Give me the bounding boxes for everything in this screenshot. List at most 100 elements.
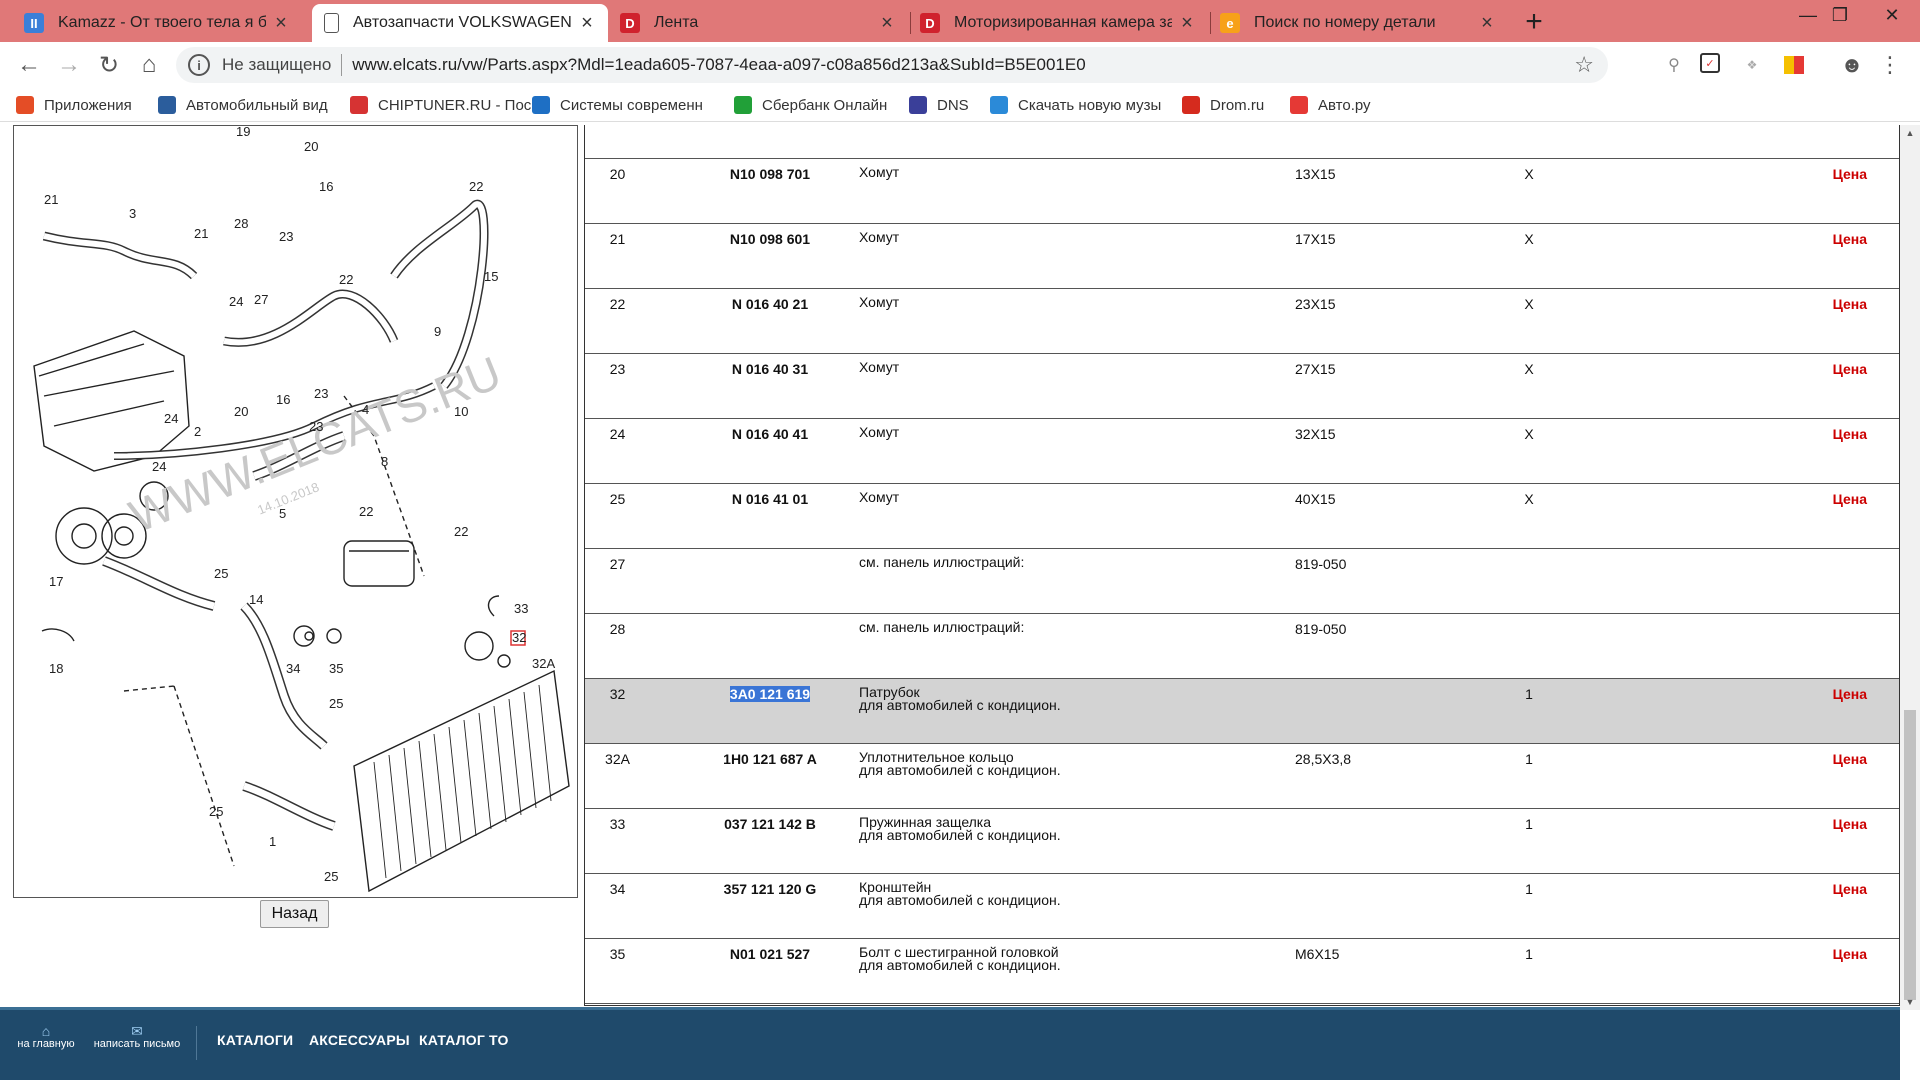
callout-number[interactable]: 24 xyxy=(229,294,243,309)
part-number-text[interactable]: 1H0 121 687 A xyxy=(723,751,817,767)
price-link[interactable]: Цена xyxy=(1833,816,1867,832)
price-link[interactable]: Цена xyxy=(1833,751,1867,767)
part-number[interactable]: N10 098 601 xyxy=(680,231,860,247)
callout-number[interactable]: 10 xyxy=(454,404,468,419)
parts-row-32[interactable]: 32 3A0 121 619 Патрубок для автомобилей с к… xyxy=(585,679,1899,744)
parts-row-34[interactable]: 34 357 121 120 G Кронштейн для автомобилей … xyxy=(585,874,1899,939)
page-scrollbar[interactable]: ▲ ▼ xyxy=(1900,125,1920,1010)
callout-number[interactable]: 25 xyxy=(214,566,228,581)
parts-row-23[interactable]: 23 N 016 40 31 Хомут 27X15 X Цена xyxy=(585,354,1899,419)
callout-number[interactable]: 22 xyxy=(469,179,483,194)
parts-row-24[interactable]: 24 N 016 40 41 Хомут 32X15 X Цена xyxy=(585,419,1899,484)
callout-number[interactable]: 25 xyxy=(324,869,338,884)
part-number[interactable]: 357 121 120 G xyxy=(680,881,860,897)
price-link[interactable]: Цена xyxy=(1833,491,1867,507)
part-number-text[interactable]: N01 021 527 xyxy=(730,946,810,962)
parts-row-20[interactable]: 20 N10 098 701 Хомут 13X15 X Цена xyxy=(585,159,1899,224)
parts-row-21[interactable]: 21 N10 098 601 Хомут 17X15 X Цена xyxy=(585,224,1899,289)
bookmark-item[interactable]: Системы современн xyxy=(532,93,703,117)
callout-number[interactable]: 25 xyxy=(209,804,223,819)
callout-number[interactable]: 22 xyxy=(454,524,468,539)
extension-icon[interactable]: ❖ xyxy=(1740,53,1764,77)
footer-link-catalogs[interactable]: КАТАЛОГИ xyxy=(217,1032,293,1048)
close-tab-icon[interactable]: × xyxy=(1178,12,1196,35)
price-link[interactable]: Цена xyxy=(1833,361,1867,377)
part-number[interactable]: 037 121 142 B xyxy=(680,816,860,832)
part-number-text[interactable]: 3A0 121 619 xyxy=(729,686,811,702)
browser-tab[interactable]: e Поиск по номеру детали × xyxy=(1208,4,1508,42)
callout-number[interactable]: 20 xyxy=(304,139,318,154)
part-number[interactable]: N01 021 527 xyxy=(680,946,860,962)
part-number-text[interactable]: 037 121 142 B xyxy=(724,816,816,832)
part-number-text[interactable]: 357 121 120 G xyxy=(724,881,817,897)
callout-number[interactable]: 9 xyxy=(434,324,441,339)
part-number-text[interactable]: N10 098 601 xyxy=(730,231,810,247)
parts-row-33[interactable]: 33 037 121 142 B Пружинная защелка для авто… xyxy=(585,809,1899,874)
bookmark-item[interactable]: Drom.ru xyxy=(1182,93,1264,117)
part-number[interactable]: N 016 40 41 xyxy=(680,426,860,442)
search-icon[interactable]: ⚲ xyxy=(1662,53,1686,77)
new-tab-button[interactable]: + xyxy=(1518,5,1550,38)
part-number-text[interactable]: N10 098 701 xyxy=(730,166,810,182)
callout-number[interactable]: 24 xyxy=(164,411,178,426)
callout-number[interactable]: 24 xyxy=(152,459,166,474)
callout-number[interactable]: 3 xyxy=(129,206,136,221)
scroll-up-arrow-icon[interactable]: ▲ xyxy=(1900,125,1920,141)
callout-number[interactable]: 1 xyxy=(269,834,276,849)
price-link[interactable]: Цена xyxy=(1833,881,1867,897)
callout-number[interactable]: 15 xyxy=(484,269,498,284)
callout-number[interactable]: 34 xyxy=(286,661,300,676)
part-number-text[interactable]: N 016 40 21 xyxy=(732,296,808,312)
part-number[interactable]: N 016 41 01 xyxy=(680,491,860,507)
home-icon[interactable]: ⌂ xyxy=(132,48,166,82)
mail-footer-button[interactable]: ✉ написать письмо xyxy=(92,1024,182,1050)
callout-number[interactable]: 16 xyxy=(319,179,333,194)
parts-row-28[interactable]: 28 см. панель иллюстраций: 819-050 xyxy=(585,614,1899,679)
bookmark-item[interactable]: Авто.ру xyxy=(1290,93,1371,117)
scrollbar-thumb[interactable] xyxy=(1904,710,1916,1000)
parts-row-35[interactable]: 35 N01 021 527 Болт с шестигранной головко… xyxy=(585,939,1899,1004)
callout-number[interactable]: 20 xyxy=(234,404,248,419)
back-button[interactable]: Назад xyxy=(260,900,329,928)
part-number[interactable]: 3A0 121 619 xyxy=(680,686,860,702)
callout-number[interactable]: 35 xyxy=(329,661,343,676)
price-link[interactable]: Цена xyxy=(1833,166,1867,182)
browser-tab[interactable]: Автозапчасти VOLKSWAGEN - зап × xyxy=(312,4,608,42)
parts-row-22[interactable]: 22 N 016 40 21 Хомут 23X15 X Цена xyxy=(585,289,1899,354)
bookmark-item[interactable]: CHIPTUNER.RU - Пос xyxy=(350,93,531,117)
flag-extension-icon[interactable] xyxy=(1782,53,1806,77)
bookmark-item[interactable]: Сбербанк Онлайн xyxy=(734,93,887,117)
callout-number[interactable]: 32 xyxy=(512,630,526,645)
callout-number[interactable]: 23 xyxy=(309,419,323,434)
price-link[interactable]: Цена xyxy=(1833,686,1867,702)
callout-number[interactable]: 22 xyxy=(339,272,353,287)
callout-number[interactable]: 19 xyxy=(236,126,250,139)
footer-link-maintenance[interactable]: КАТАЛОГ ТО xyxy=(419,1032,509,1048)
part-number[interactable]: 1H0 121 687 A xyxy=(680,751,860,767)
pocket-extension-icon[interactable]: ✓ xyxy=(1700,53,1720,73)
part-number[interactable]: N 016 40 21 xyxy=(680,296,860,312)
callout-number[interactable]: 33 xyxy=(514,601,528,616)
close-tab-icon[interactable]: × xyxy=(878,12,896,35)
callout-number[interactable]: 32A xyxy=(532,656,555,671)
callout-number[interactable]: 16 xyxy=(276,392,290,407)
callout-number[interactable]: 28 xyxy=(234,216,248,231)
menu-kebab-icon[interactable]: ⋮ xyxy=(1878,52,1902,77)
bookmark-item[interactable]: Автомобильный вид xyxy=(158,93,328,117)
back-arrow-icon[interactable]: ← xyxy=(12,48,46,82)
reload-icon[interactable]: ↻ xyxy=(92,48,126,82)
bookmark-item[interactable]: Скачать новую музы xyxy=(990,93,1161,117)
parts-row-32a[interactable]: 32A 1H0 121 687 A Уплотнительное кольцо для… xyxy=(585,744,1899,809)
info-icon[interactable]: i xyxy=(188,54,210,76)
restore-button[interactable]: ❐ xyxy=(1815,0,1865,30)
bookmark-item[interactable]: DNS xyxy=(909,93,969,117)
callout-number[interactable]: 21 xyxy=(194,226,208,241)
browser-tab[interactable]: D Моторизированная камера задн × xyxy=(908,4,1208,42)
bookmark-star-icon[interactable]: ☆ xyxy=(1574,52,1594,78)
close-window-button[interactable]: ✕ xyxy=(1864,0,1920,30)
callout-number[interactable]: 8 xyxy=(381,454,388,469)
part-number-text[interactable]: N 016 41 01 xyxy=(732,491,808,507)
browser-tab[interactable]: D Лента × xyxy=(608,4,908,42)
bookmark-item[interactable]: Приложения xyxy=(16,93,132,117)
profile-avatar-icon[interactable]: ☻ xyxy=(1840,52,1864,77)
